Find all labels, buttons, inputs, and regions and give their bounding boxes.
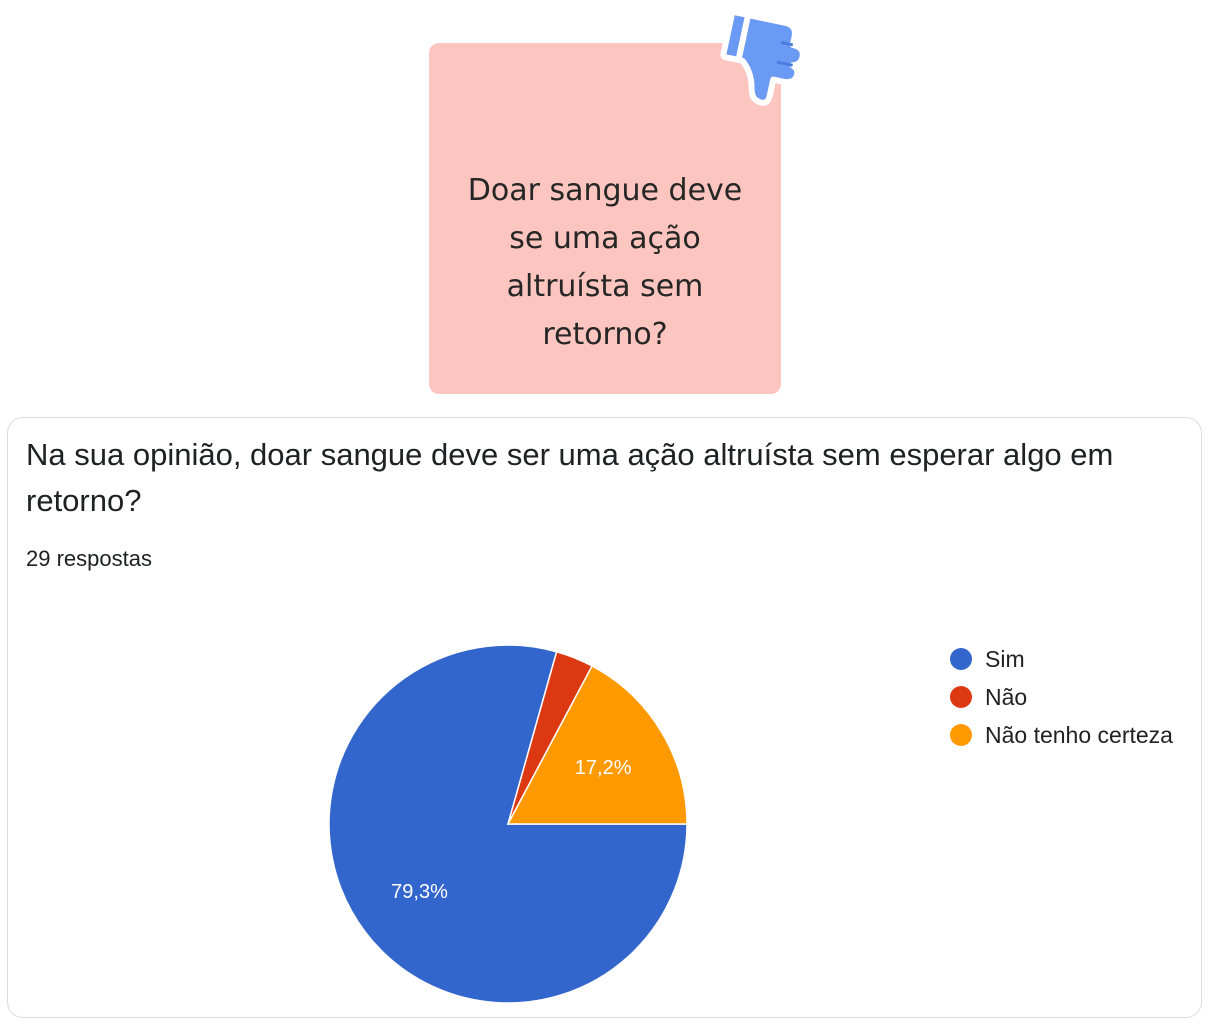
thumbs-down-icon [720, 9, 806, 106]
legend-item-sim[interactable]: Sim [950, 640, 1173, 678]
legend-label: Não tenho certeza [985, 721, 1173, 748]
legend-label: Não [985, 683, 1028, 710]
legend-label: Sim [985, 645, 1025, 672]
legend-swatch [950, 686, 972, 708]
chart-legend: Sim Não Não tenho certeza [950, 640, 1173, 754]
sticky-note-text: Doar sangue deve se uma ação altruísta s… [467, 173, 743, 352]
legend-item-nao-tenho-certeza[interactable]: Não tenho certeza [950, 716, 1173, 754]
question-card: Na sua opinião, doar sangue deve ser uma… [7, 417, 1202, 1018]
pie-data-label-sim: 79,3% [391, 881, 448, 903]
legend-swatch [950, 648, 972, 670]
page: Doar sangue deve se uma ação altruísta s… [0, 0, 1213, 1033]
legend-swatch [950, 724, 972, 746]
legend-item-nao[interactable]: Não [950, 678, 1173, 716]
pie-data-label-nao-tenho-certeza: 17,2% [575, 757, 632, 779]
